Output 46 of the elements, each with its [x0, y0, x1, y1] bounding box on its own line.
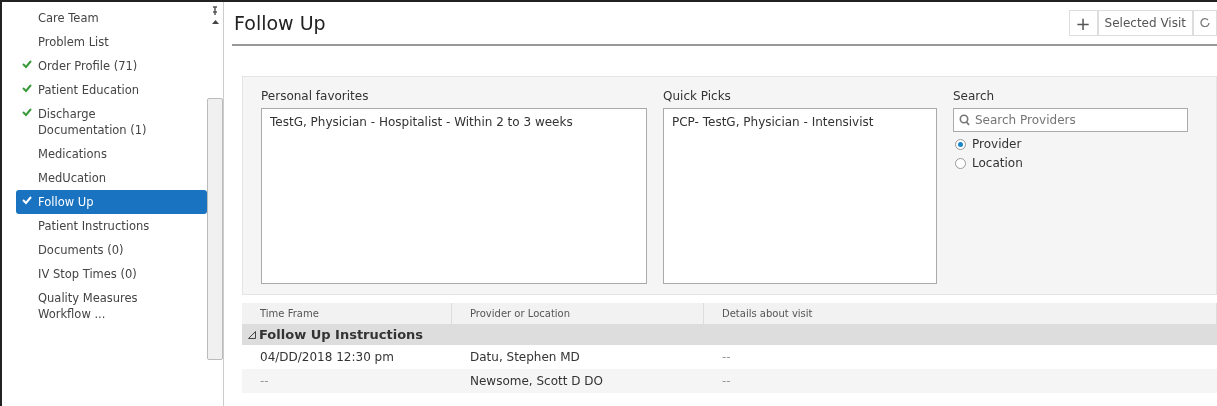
sidebar-item[interactable]: IV Stop Times (0) [16, 262, 207, 286]
check-icon [22, 107, 32, 117]
sidebar-item[interactable]: Patient Instructions [16, 214, 207, 238]
table-cell-text: 04/DD/2018 12:30 pm [259, 349, 395, 366]
radio-button[interactable] [955, 138, 966, 150]
list-item[interactable]: TestG, Physician - Hospitalist - Within 2 to 3 weeks [270, 115, 638, 129]
search-icon [959, 114, 970, 126]
sidebar-item[interactable]: MedUcation [16, 166, 207, 190]
refresh-button[interactable] [1193, 10, 1217, 36]
table-cell-text: Datu, Stephen MD [469, 349, 581, 366]
table-cell-text: -- [721, 373, 732, 390]
radio-label: Provider [972, 137, 1022, 151]
selected-visit-button[interactable]: Selected Visit [1097, 10, 1193, 36]
sidebar-item[interactable]: Quality Measures Workflow ... [16, 286, 207, 326]
sidebar-item[interactable]: Documents (0) [16, 238, 207, 262]
section-label: Personal favorites [261, 89, 370, 103]
sidebar-item[interactable]: Patient Education [16, 78, 207, 102]
table-cell-text: Newsome, Scott D DO [469, 373, 604, 390]
page-title: Follow Up [233, 12, 326, 34]
pin-icon[interactable] [212, 6, 218, 16]
group-header[interactable]: Follow Up Instructions [242, 324, 1217, 345]
check-icon [22, 195, 32, 205]
list-item[interactable]: PCP- TestG, Physician - Intensivist [672, 115, 928, 129]
sidebar-item[interactable]: Follow Up [16, 190, 207, 214]
column-header[interactable]: Time Frame [242, 303, 452, 324]
radio-button[interactable] [955, 157, 966, 169]
sidebar-item[interactable]: Order Profile (71) [16, 54, 207, 78]
check-icon [22, 59, 32, 69]
column-header[interactable]: Details about visit [704, 303, 1217, 324]
search-field[interactable]: Search Providers [953, 108, 1188, 132]
radio-label: Location [972, 156, 1023, 170]
scrollbar-thumb[interactable] [207, 98, 223, 360]
table-cell-text: -- [721, 349, 732, 366]
scroll-up-icon[interactable] [211, 20, 219, 24]
add-button[interactable]: + [1068, 10, 1098, 36]
check-icon [22, 83, 32, 93]
column-header[interactable]: Provider or Location [452, 303, 704, 324]
sidebar-item[interactable]: Problem List [16, 30, 207, 54]
refresh-icon [1200, 17, 1210, 27]
section-label: Quick Picks [663, 89, 732, 103]
sidebar-item[interactable]: Care Team [16, 6, 207, 30]
sidebar-item[interactable]: Discharge Documentation (1) [16, 102, 207, 142]
sidebar-item[interactable]: Medications [16, 142, 207, 166]
collapse-icon[interactable] [248, 331, 256, 339]
section-label: Search [953, 89, 996, 103]
table-cell-text: -- [259, 373, 270, 390]
